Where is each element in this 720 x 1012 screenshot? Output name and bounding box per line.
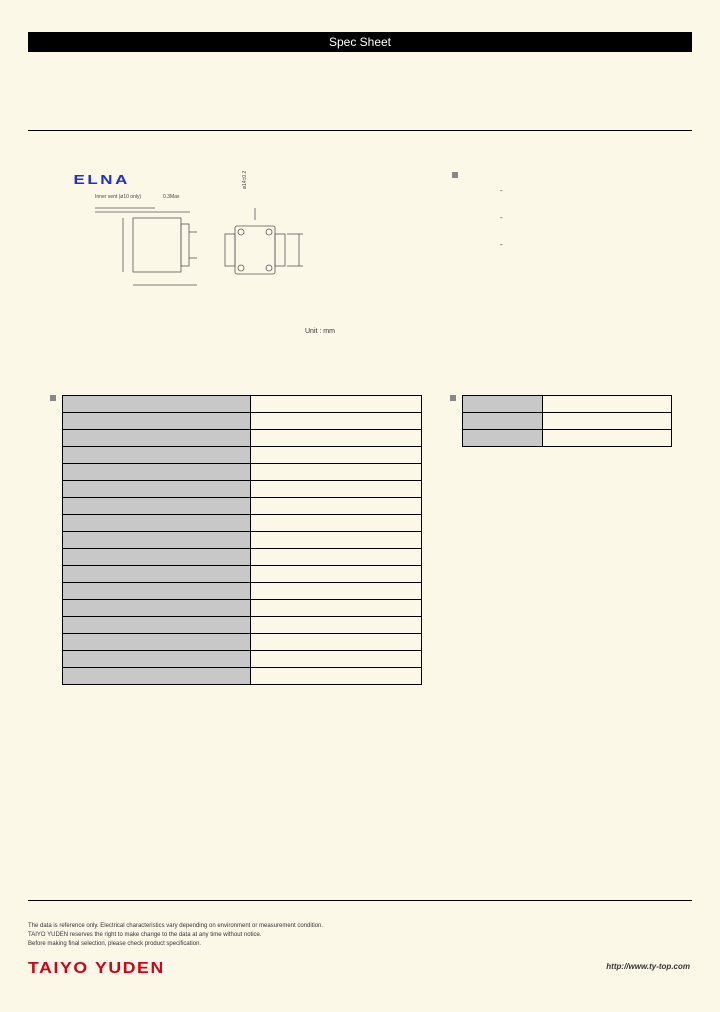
spec-label [63,532,251,549]
right-label [463,430,543,447]
table-row [63,634,422,651]
table-row [63,532,422,549]
table-row [63,583,422,600]
spec-label [63,617,251,634]
spec-value [251,651,422,668]
spec-label [63,481,251,498]
spec-label [63,430,251,447]
spec-value [251,532,422,549]
spec-label [63,498,251,515]
spec-value [251,634,422,651]
spec-value [251,481,422,498]
table-row [63,668,422,685]
spec-label [63,464,251,481]
spec-value [251,396,422,413]
spec-value [251,668,422,685]
right-table [462,395,672,447]
info-item: - [500,186,503,195]
spec-value [251,447,422,464]
table-row [463,396,672,413]
spec-label [63,566,251,583]
spec-label [63,447,251,464]
spec-label [63,600,251,617]
footer-url: http://www.ty-top.com [606,962,690,971]
table-row [63,430,422,447]
disclaimer: The data is reference only. Electrical c… [28,922,323,949]
diagram-label-max: 0.3Max [163,194,179,200]
bullet-marker-icon [452,172,458,178]
table-row [63,413,422,430]
table-row [63,498,422,515]
table-row [63,651,422,668]
divider-top [28,130,692,131]
spec-value [251,515,422,532]
spec-table [62,395,422,685]
disclaimer-line: The data is reference only. Electrical c… [28,922,323,931]
right-label [463,413,543,430]
spec-label [63,634,251,651]
unit-label: Unit : mm [305,328,335,335]
spec-label [63,668,251,685]
page-title: Spec Sheet [28,32,692,52]
right-value [543,413,672,430]
info-item: - [500,240,503,249]
table-row [63,447,422,464]
bullet-marker-icon [50,395,56,401]
spec-value [251,430,422,447]
right-label [463,396,543,413]
spec-label [63,515,251,532]
spec-label [63,549,251,566]
disclaimer-line: Before making final selection, please ch… [28,940,323,949]
spec-value [251,413,422,430]
divider-bottom [28,900,692,901]
diagram-label-dia: ø14±0.2 [242,171,248,189]
table-row [63,396,422,413]
info-list: - - - [500,186,503,267]
spec-label [63,583,251,600]
info-item: - [500,213,503,222]
right-value [543,430,672,447]
spec-label [63,396,251,413]
table-row [63,600,422,617]
right-value [543,396,672,413]
spec-value [251,583,422,600]
table-row [63,617,422,634]
spec-value [251,498,422,515]
component-diagram: Inner vent (ø10 only) 0.3Max ø14±0.2 [95,190,310,305]
spec-label [63,651,251,668]
spec-value [251,464,422,481]
spec-label [63,413,251,430]
table-row [463,413,672,430]
table-row [463,430,672,447]
disclaimer-line: TAIYO YUDEN reserves the right to make c… [28,931,323,940]
table-row [63,464,422,481]
table-row [63,566,422,583]
table-row [63,515,422,532]
diagram-label-vent: Inner vent (ø10 only) [95,194,141,200]
spec-value [251,617,422,634]
bullet-marker-icon [450,395,456,401]
spec-value [251,600,422,617]
spec-value [251,566,422,583]
spec-value [251,549,422,566]
footer-logo: TAIYO YUDEN [28,960,165,978]
table-row [63,549,422,566]
table-row [63,481,422,498]
brand-logo: ELNA [73,172,129,187]
